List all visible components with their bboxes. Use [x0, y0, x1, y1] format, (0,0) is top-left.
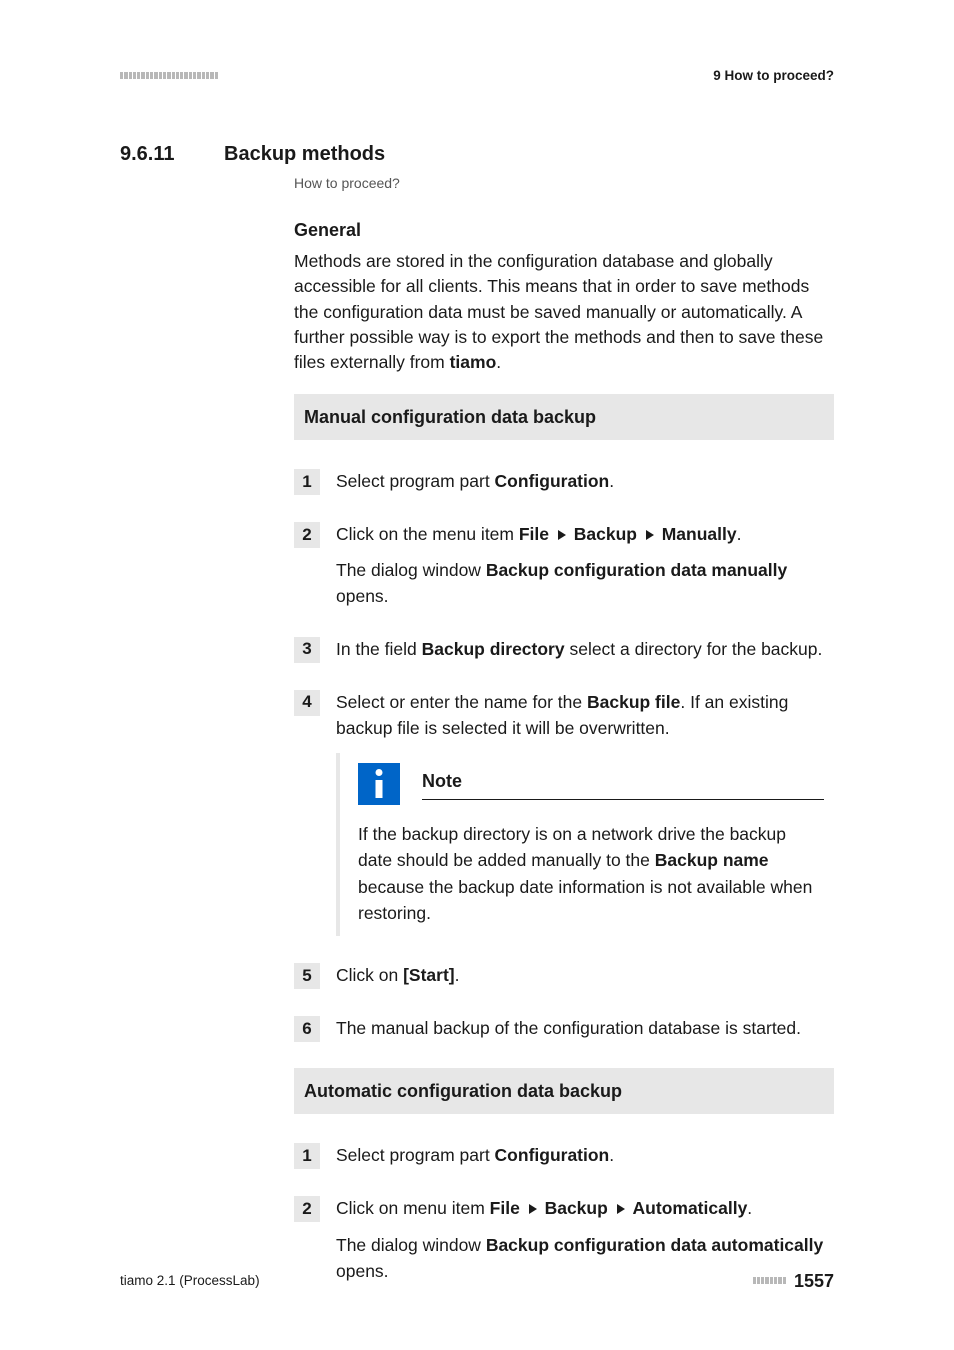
page-header: 9 How to proceed?: [120, 66, 834, 86]
step-number-badge: 5: [294, 963, 320, 989]
menu-separator-icon: [617, 1204, 625, 1214]
note-block: Note If the backup directory is on a net…: [336, 753, 834, 936]
product-name: tiamo: [450, 352, 497, 372]
step-number-badge: 3: [294, 637, 320, 663]
info-icon: [358, 763, 400, 805]
step-number-badge: 6: [294, 1016, 320, 1042]
menu-item: File: [519, 524, 549, 544]
procedure-a-title: Manual configuration data backup: [294, 394, 834, 440]
footer-right: 1557: [753, 1268, 834, 1294]
procedure-b-title: Automatic configuration data backup: [294, 1068, 834, 1114]
text: because the backup date information is n…: [358, 877, 812, 923]
step-body: Click on the menu item File Backup Manua…: [336, 521, 834, 610]
text: Click on menu item: [336, 1198, 490, 1218]
text: In the field: [336, 639, 422, 659]
procA-step-4: 4 Select or enter the name for the Backu…: [294, 689, 834, 742]
ui-label: Configuration: [495, 1145, 610, 1165]
note-title-line: Note: [422, 768, 824, 799]
step-body: Click on [Start].: [336, 962, 834, 988]
field-name: Backup directory: [422, 639, 565, 659]
button-name: [Start]: [403, 965, 455, 985]
text: The manual backup of the configuration d…: [336, 1015, 834, 1041]
menu-item: Manually: [662, 524, 737, 544]
text: The dialog window: [336, 1235, 486, 1255]
procA-step-3: 3 In the field Backup directory select a…: [294, 636, 834, 663]
step-body: Select program part Configuration.: [336, 468, 834, 494]
text: .: [609, 471, 614, 491]
footer-product: tiamo 2.1 (ProcessLab): [120, 1271, 260, 1291]
text: Select program part: [336, 1145, 495, 1165]
section-breadcrumb: How to proceed?: [294, 173, 834, 193]
text: The dialog window: [336, 560, 486, 580]
text: .: [747, 1198, 752, 1218]
procA-step-5: 5 Click on [Start].: [294, 962, 834, 989]
text: select a directory for the backup.: [565, 639, 823, 659]
running-header-title: 9 How to proceed?: [713, 66, 834, 86]
page-number: 1557: [794, 1268, 834, 1294]
step-body: In the field Backup directory select a d…: [336, 636, 834, 662]
general-heading: General: [294, 217, 834, 243]
step-body: Select program part Configuration.: [336, 1142, 834, 1168]
text: .: [737, 524, 742, 544]
field-name: Backup name: [655, 850, 769, 870]
procA-step-2: 2 Click on the menu item File Backup Man…: [294, 521, 834, 610]
menu-item: Automatically: [633, 1198, 748, 1218]
menu-separator-icon: [529, 1204, 537, 1214]
menu-item: Backup: [545, 1198, 608, 1218]
footer-ornament: [753, 1277, 786, 1284]
section-body: How to proceed? General Methods are stor…: [294, 173, 834, 1284]
page: 9 How to proceed? 9.6.11 Backup methods …: [0, 0, 954, 1350]
note-text: If the backup directory is on a network …: [358, 821, 824, 926]
dialog-name: Backup configuration data automatically: [486, 1235, 823, 1255]
step-number-badge: 2: [294, 1196, 320, 1222]
text: opens.: [336, 586, 389, 606]
note-label: Note: [422, 768, 462, 794]
note-header: Note: [358, 763, 824, 805]
text: .: [609, 1145, 614, 1165]
header-ornament-left: [120, 72, 218, 79]
ui-label: Configuration: [495, 471, 610, 491]
text: Select program part: [336, 471, 495, 491]
step-number-badge: 1: [294, 1143, 320, 1169]
procA-step-6: 6 The manual backup of the configuration…: [294, 1015, 834, 1042]
procB-step-1: 1 Select program part Configuration.: [294, 1142, 834, 1169]
dialog-name: Backup configuration data manually: [486, 560, 787, 580]
text: .: [496, 352, 501, 372]
page-footer: tiamo 2.1 (ProcessLab) 1557: [120, 1268, 834, 1294]
general-paragraph: Methods are stored in the configuration …: [294, 249, 834, 376]
field-name: Backup file: [587, 692, 680, 712]
section-title: Backup methods: [224, 140, 385, 169]
text: Methods are stored in the configuration …: [294, 251, 823, 373]
text: Click on: [336, 965, 403, 985]
note-rule: [422, 799, 824, 800]
menu-separator-icon: [558, 530, 566, 540]
menu-item: File: [490, 1198, 520, 1218]
step-body: Select or enter the name for the Backup …: [336, 689, 834, 742]
menu-item: Backup: [574, 524, 637, 544]
step-body: The manual backup of the configuration d…: [336, 1015, 834, 1041]
step-number-badge: 1: [294, 469, 320, 495]
text: Select or enter the name for the: [336, 692, 587, 712]
text: Click on the menu item: [336, 524, 519, 544]
step-number-badge: 4: [294, 690, 320, 716]
text: .: [455, 965, 460, 985]
menu-separator-icon: [646, 530, 654, 540]
procA-step-1: 1 Select program part Configuration.: [294, 468, 834, 495]
step-number-badge: 2: [294, 522, 320, 548]
section-heading: 9.6.11 Backup methods: [120, 140, 834, 169]
section-number: 9.6.11: [120, 140, 200, 169]
